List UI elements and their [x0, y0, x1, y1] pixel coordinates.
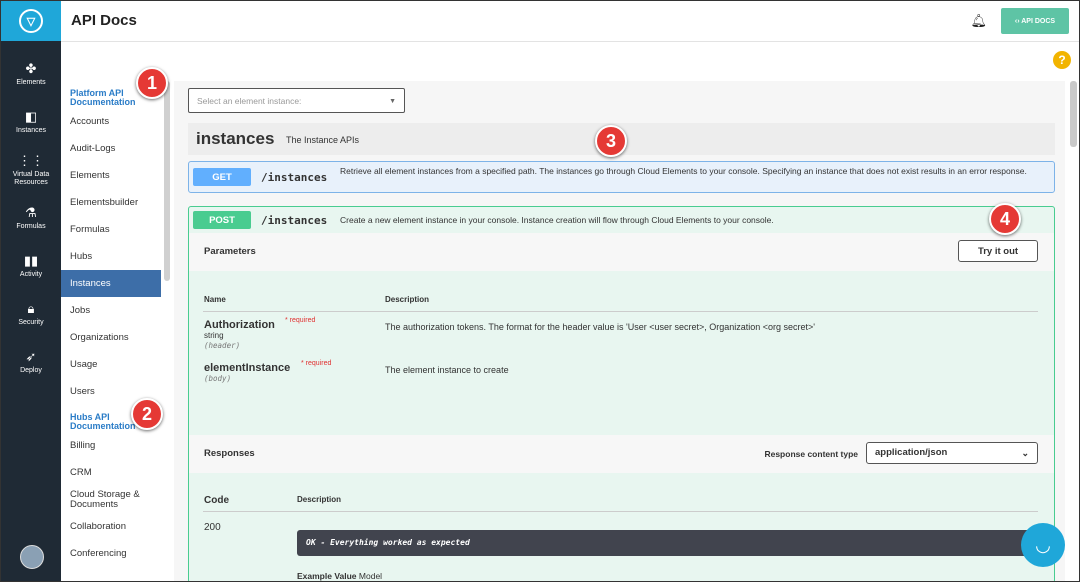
docnav-item-hubs[interactable]: Hubs: [61, 243, 161, 270]
param-authorization-name: Authorization: [204, 319, 275, 331]
tag-name: instances: [196, 129, 275, 148]
param-elementinstance-name: elementInstance: [204, 362, 291, 374]
rocket-icon: ➶: [25, 348, 37, 364]
response-content-type-label: Response content type: [764, 449, 858, 459]
avatar[interactable]: [20, 545, 44, 569]
docnav-item-conferencing[interactable]: Conferencing: [61, 540, 161, 567]
col-code: Code: [204, 495, 229, 506]
post-description: Create a new element instance in your co…: [340, 215, 774, 225]
chat-icon[interactable]: ◡: [1021, 523, 1065, 567]
rail-item-elements[interactable]: ✤ Elements: [1, 50, 61, 98]
logo-icon: ▽: [19, 9, 43, 33]
instances-icon: ◧: [24, 108, 38, 124]
response-content-type-select[interactable]: application/json ⌄: [866, 442, 1038, 464]
param-authorization-in: (header): [204, 341, 241, 350]
callout-4: 4: [989, 203, 1021, 235]
post-path[interactable]: /instances: [261, 214, 327, 227]
left-rail: ▽ ✤ Elements ◧ Instances ⋮⋮ Virtual Data Re…: [1, 1, 61, 581]
formulas-icon: ⚗: [25, 204, 37, 220]
col-description: Description: [385, 295, 430, 304]
docnav-item-collaboration[interactable]: Collaboration: [61, 513, 161, 540]
param-authorization-desc: The authorization tokens. The format for…: [385, 322, 815, 332]
param-elementinstance-required: * required: [301, 360, 332, 367]
callout-3: 3: [595, 125, 627, 157]
docnav-item-crm[interactable]: CRM: [61, 459, 161, 486]
docnav-item-formulas[interactable]: Formulas: [61, 216, 161, 243]
element-instance-select[interactable]: Select an element instance: ▼: [188, 88, 405, 113]
app-frame: ▽ ✤ Elements ◧ Instances ⋮⋮ Virtual Data Re…: [0, 0, 1080, 582]
rail-item-vdr[interactable]: ⋮⋮ Virtual Data Resources: [1, 146, 61, 194]
help-icon[interactable]: ?: [1053, 51, 1071, 69]
rail-item-formulas[interactable]: ⚗ Formulas: [1, 194, 61, 242]
docnav-item-audit-logs[interactable]: Audit-Logs: [61, 135, 161, 162]
col-response-description: Description: [297, 495, 342, 504]
api-docs-main: Select an element instance: ▼ instances T…: [174, 81, 1065, 581]
docnav-item-elements[interactable]: Elements: [61, 162, 161, 189]
post-method-badge[interactable]: POST: [193, 211, 251, 229]
param-authorization-required: * required: [285, 317, 316, 324]
rail-item-instances[interactable]: ◧ Instances: [1, 98, 61, 146]
docnav-item-organizations[interactable]: Organizations: [61, 324, 161, 351]
get-method-badge: GET: [193, 168, 251, 186]
lock-icon: 🔒︎: [27, 300, 35, 316]
response-code: 200: [204, 522, 221, 533]
rail-item-security[interactable]: 🔒︎ Security: [1, 290, 61, 338]
page-title: API Docs: [71, 12, 137, 29]
docs-sidebar-scrollbar[interactable]: [164, 81, 170, 281]
tag-description: The Instance APIs: [286, 135, 360, 145]
operation-get-instances[interactable]: GET /instances Retrieve all element inst…: [188, 161, 1055, 193]
param-elementinstance-desc: The element instance to create: [385, 365, 509, 375]
parameters-header: Parameters Try it out: [189, 233, 1054, 271]
chevron-down-icon: ▼: [389, 98, 396, 105]
docnav-item-billing[interactable]: Billing: [61, 432, 161, 459]
activity-icon: ▮▮: [23, 252, 39, 268]
divider: [203, 311, 1038, 312]
responses-title: Responses: [204, 448, 255, 459]
parameters-title: Parameters: [204, 246, 256, 257]
docs-sidebar: Platform API Documentation Accounts Audi…: [61, 81, 174, 581]
get-description: Retrieve all element instances from a sp…: [340, 166, 1027, 176]
param-elementinstance-in: (body): [204, 374, 232, 383]
docnav-item-cloud-storage[interactable]: Cloud Storage & Documents: [61, 486, 161, 513]
rail-item-deploy[interactable]: ➶ Deploy: [1, 338, 61, 386]
response-code-description: OK - Everything worked as expected: [297, 530, 1042, 556]
try-it-out-button[interactable]: Try it out: [958, 240, 1038, 262]
docnav-item-usage[interactable]: Usage: [61, 351, 161, 378]
col-name: Name: [204, 295, 226, 304]
docnav-item-jobs[interactable]: Jobs: [61, 297, 161, 324]
top-header: API Docs 🔔︎ ‹› API DOCS: [61, 1, 1079, 42]
example-value-tab[interactable]: Example Value: [297, 571, 357, 581]
callout-2: 2: [131, 398, 163, 430]
api-docs-button[interactable]: ‹› API DOCS: [1001, 8, 1069, 34]
vdr-icon: ⋮⋮: [18, 152, 44, 168]
responses-header: Responses Response content type applicat…: [189, 435, 1054, 473]
divider: [203, 511, 1038, 512]
example-value-tabs: Example Value Model: [297, 571, 382, 581]
main-scrollbar[interactable]: [1070, 81, 1077, 147]
docnav-item-accounts[interactable]: Accounts: [61, 108, 161, 135]
operation-post-instances: POST /instances Create a new element ins…: [188, 206, 1055, 581]
chevron-down-icon: ⌄: [1021, 448, 1029, 458]
docnav-item-elementsbuilder[interactable]: Elementsbuilder: [61, 189, 161, 216]
bell-icon[interactable]: 🔔︎: [970, 13, 987, 29]
get-path: /instances: [261, 171, 328, 184]
model-tab[interactable]: Model: [359, 571, 382, 581]
param-authorization-type: string: [204, 331, 224, 340]
docnav-item-instances[interactable]: Instances: [61, 270, 161, 297]
rail-item-activity[interactable]: ▮▮ Activity: [1, 242, 61, 290]
callout-1: 1: [136, 67, 168, 99]
elements-icon: ✤: [25, 60, 37, 76]
app-logo[interactable]: ▽: [1, 1, 61, 41]
